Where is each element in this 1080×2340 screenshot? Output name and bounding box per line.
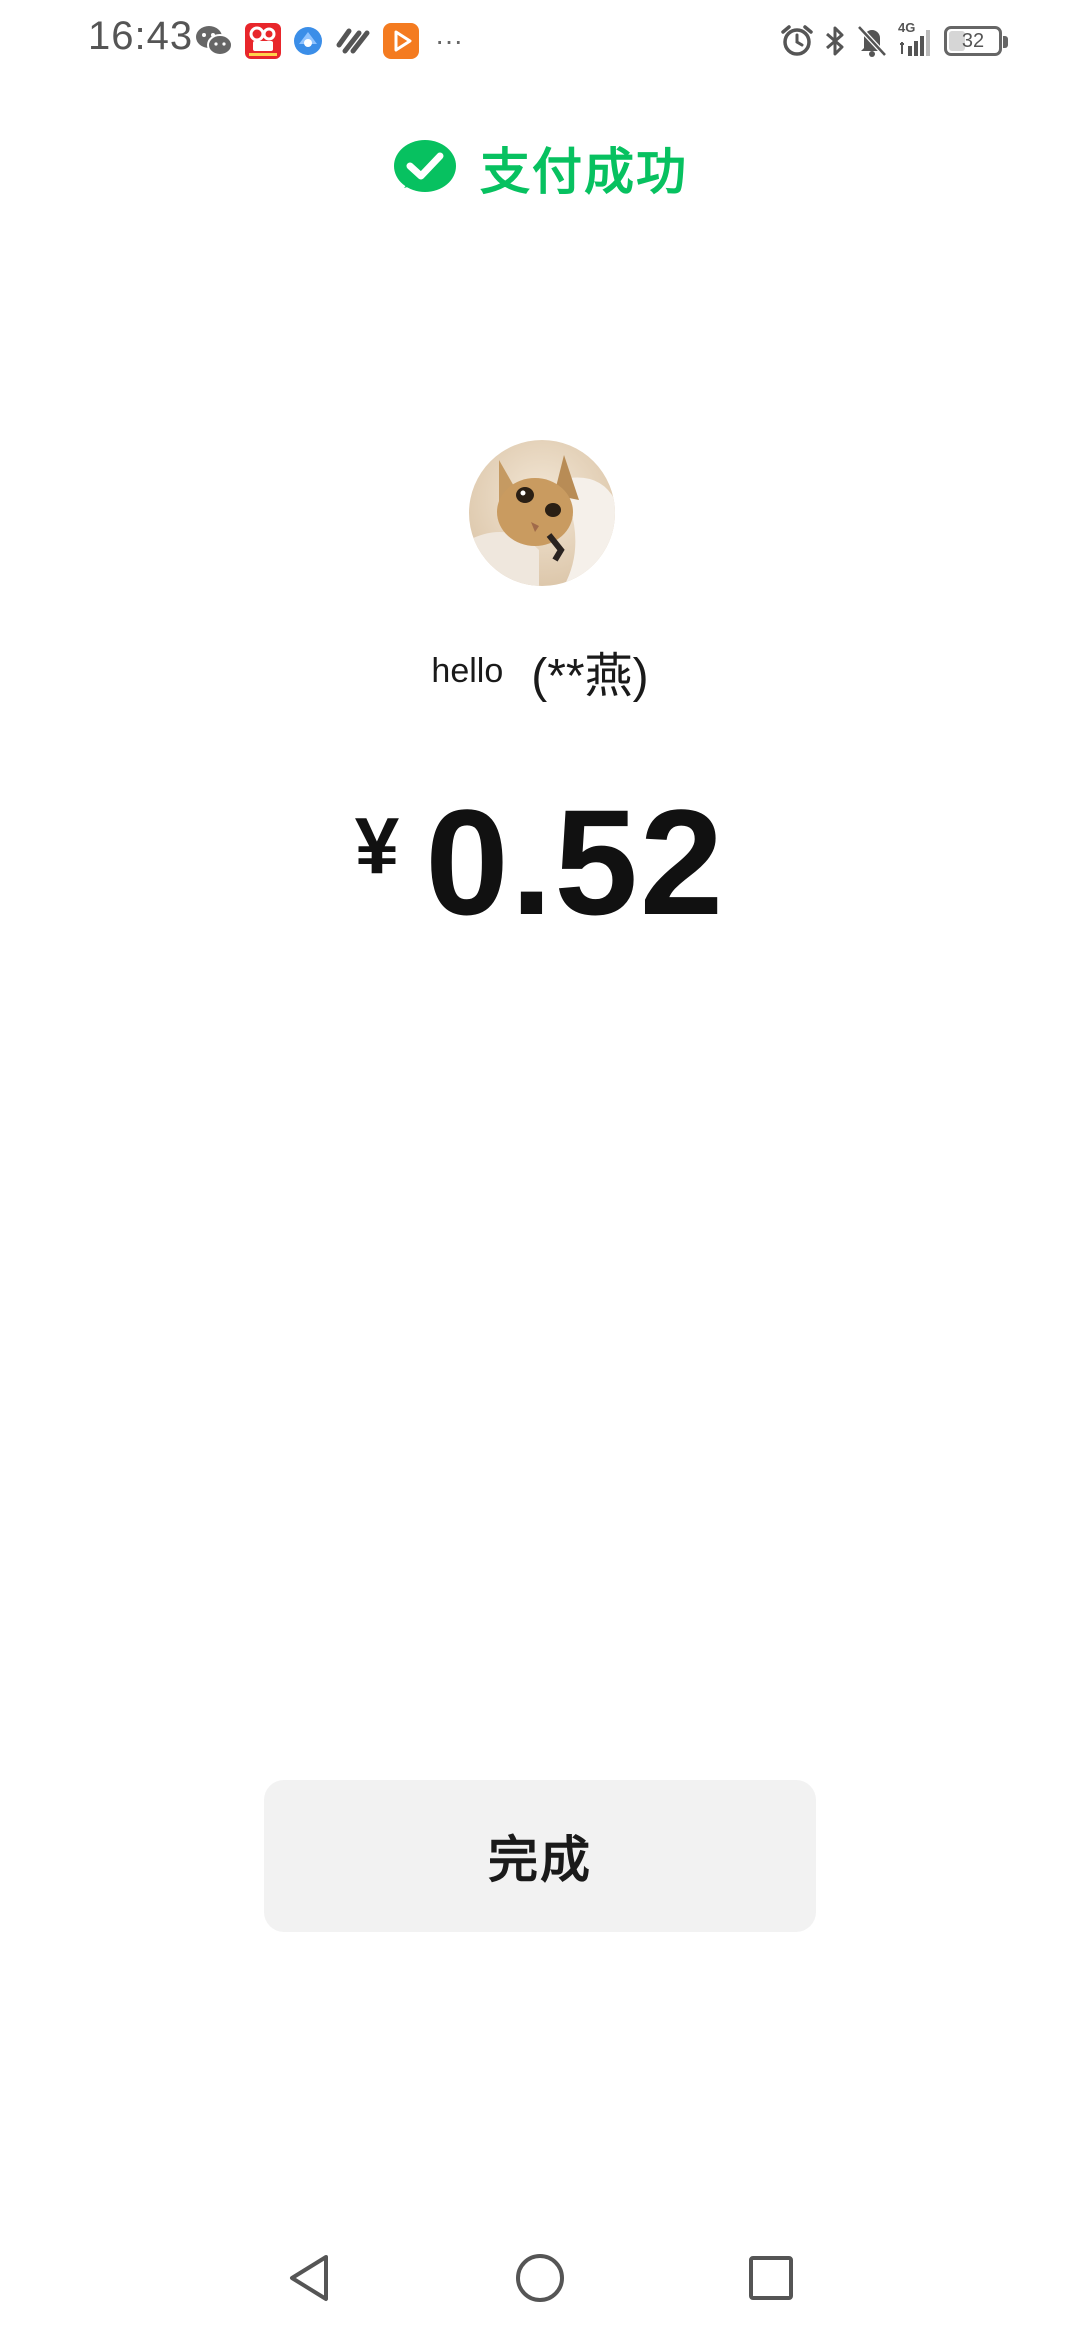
browser-app-icon [293,26,323,56]
alarm-icon [780,24,814,58]
notification-icons: ··· [195,20,463,62]
recents-button[interactable] [733,2240,809,2316]
back-icon [284,2251,334,2305]
more-notifications-icon: ··· [435,25,463,56]
sync-app-icon [335,25,371,57]
payment-amount: ¥ 0.52 [0,780,1080,945]
home-icon [513,2251,567,2305]
payee-masked-name: (**燕) [531,650,649,703]
home-button[interactable] [502,2240,578,2316]
status-bar: 16:43 ··· 4G 32 [0,0,1080,84]
battery-level: 32 [961,29,985,52]
video-app-icon [383,23,419,59]
check-circle-icon [392,138,458,198]
kuaishou-app-icon [245,23,281,59]
currency-symbol: ¥ [354,801,400,890]
wechat-icon [195,24,233,58]
done-button[interactable]: 完成 [264,1780,816,1932]
signal-icon: 4G [898,20,934,58]
recents-icon [746,2253,796,2303]
payee-name: hello (**燕) [0,636,1080,706]
battery-icon: 32 [944,26,1008,56]
system-nav-bar [0,2230,1080,2326]
payee-avatar [469,440,615,586]
page-title: 支付成功 [480,144,688,200]
back-button[interactable] [271,2240,347,2316]
status-time: 16:43 [88,14,194,58]
network-type-label: 4G [898,20,916,35]
bluetooth-icon [824,24,846,58]
mute-icon [856,24,888,58]
payee-nickname: hello [431,652,504,690]
amount-value: 0.52 [425,778,726,946]
system-icons: 4G 32 [780,20,1008,62]
payment-success-header: 支付成功 [0,132,1080,204]
